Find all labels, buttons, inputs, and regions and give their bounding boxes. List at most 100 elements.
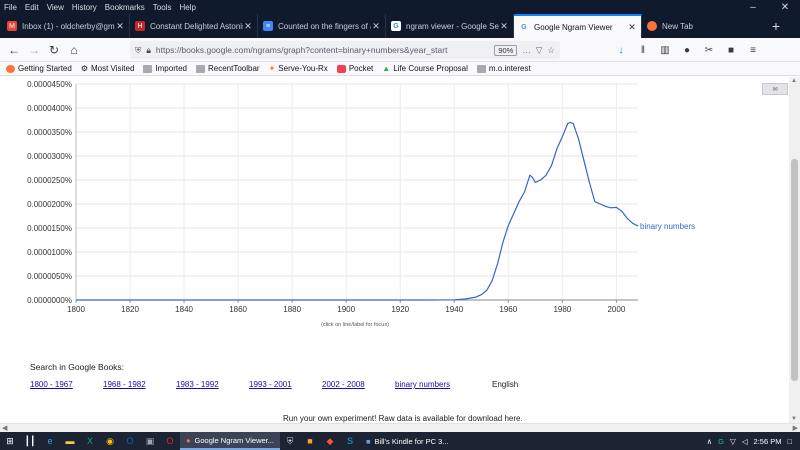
home-icon[interactable]: ⌂ — [64, 40, 84, 60]
search-link-binary-numbers[interactable]: binary numbers — [395, 380, 450, 389]
y-tick-label: 0.0000050% — [27, 272, 72, 281]
tab-constant-delighted[interactable]: H Constant Delighted Astonis ✕ — [130, 14, 258, 38]
tab-gmail[interactable]: M Inbox (1) - oldcherby@gmai ✕ — [2, 14, 130, 38]
y-tick-label: 0.0000200% — [27, 200, 72, 209]
h-letter-icon: H — [135, 21, 145, 31]
task-view-icon[interactable]: ┃┃ — [20, 432, 40, 450]
search-link-1993-2001[interactable]: 1993 - 2001 — [249, 380, 292, 389]
forward-icon[interactable]: → — [24, 40, 44, 60]
store-icon[interactable]: ▣ — [140, 432, 160, 450]
bookmark-most-visited[interactable]: ⚙ Most Visited — [81, 64, 135, 73]
sidebar-icon[interactable]: ▥ — [656, 41, 674, 59]
minimize-icon[interactable]: – — [738, 0, 768, 14]
x-tick-label: 1960 — [499, 305, 517, 314]
menu-tools[interactable]: Tools — [153, 3, 172, 12]
tab-ngram-search[interactable]: G ngram viewer - Google Sea ✕ — [386, 14, 514, 38]
chrome-icon[interactable]: ◉ — [100, 432, 120, 450]
share-badge[interactable]: ✉ — [762, 83, 788, 95]
menu-history[interactable]: History — [72, 3, 97, 12]
menu-view[interactable]: View — [47, 3, 64, 12]
vertical-scrollbar[interactable]: ▲ ▼ — [789, 77, 800, 423]
search-link-2002-2008[interactable]: 2002 - 2008 — [322, 380, 365, 389]
close-tab-icon[interactable]: ✕ — [115, 21, 125, 32]
menu-edit[interactable]: Edit — [25, 3, 39, 12]
notification-icon[interactable]: □ — [787, 437, 792, 446]
series-line-binary-numbers[interactable] — [76, 121, 639, 301]
grammarly-icon[interactable]: G — [718, 437, 724, 446]
chevron-up-icon[interactable]: ∧ — [707, 437, 713, 446]
bookmark-getting-started[interactable]: Getting Started — [6, 64, 72, 73]
back-icon[interactable]: ← — [4, 40, 24, 60]
photos-icon[interactable]: ■ — [300, 432, 320, 450]
taskbar-app-ngram[interactable]: ● Google Ngram Viewer... — [180, 432, 281, 450]
y-tick-label: 0.0000150% — [27, 224, 72, 233]
menu-bookmarks[interactable]: Bookmarks — [105, 3, 145, 12]
download-icon[interactable]: ↓ — [612, 41, 630, 59]
bookmark-pocket[interactable]: Pocket — [336, 64, 373, 73]
search-link-1800-1967[interactable]: 1800 - 1967 — [30, 380, 73, 389]
scrollbar-thumb[interactable] — [791, 159, 798, 381]
search-link-1983-1992[interactable]: 1983 - 1992 — [176, 380, 219, 389]
close-tab-icon[interactable]: ✕ — [499, 21, 509, 32]
bookmark-mo-interest[interactable]: m.o.interest — [476, 64, 531, 73]
reload-icon[interactable]: ↻ — [44, 40, 64, 60]
hamburger-menu-icon[interactable]: ≡ — [744, 41, 762, 59]
docs-icon: ≡ — [263, 21, 273, 31]
scroll-down-icon[interactable]: ▼ — [791, 416, 797, 422]
horizontal-scrollbar[interactable]: ◀ ▶ — [0, 423, 800, 432]
volume-icon[interactable]: ◁ — [742, 437, 748, 446]
close-tab-icon[interactable]: ✕ — [627, 22, 637, 33]
x-tick-label: 1940 — [445, 305, 463, 314]
tab-new-tab[interactable]: New Tab — [642, 14, 762, 38]
brave-icon[interactable]: ◆ — [320, 432, 340, 450]
tab-title: Google Ngram Viewer — [534, 22, 613, 32]
shield-icon[interactable]: ⛨ — [280, 432, 300, 450]
menu-file[interactable]: File — [4, 3, 17, 12]
excel-icon[interactable]: X — [80, 432, 100, 450]
address-bar[interactable]: ⛨ 🔒︎ https://books.google.com/ngrams/gra… — [130, 41, 560, 59]
scroll-right-icon[interactable]: ▶ — [793, 424, 798, 432]
pocket-icon — [336, 64, 346, 73]
raw-data-footnote[interactable]: Run your own experiment! Raw data is ava… — [283, 414, 523, 423]
folder-icon — [143, 64, 153, 73]
google-icon: G — [391, 21, 401, 31]
tab-counted-fingers[interactable]: ≡ Counted on the fingers of a ✕ — [258, 14, 386, 38]
bookmark-life-course[interactable]: ▲ Life Course Proposal — [382, 64, 468, 73]
tab-ngram-viewer[interactable]: G Google Ngram Viewer ✕ — [514, 14, 642, 38]
lock-icon[interactable]: 🔒︎ — [146, 45, 151, 56]
close-tab-icon[interactable]: ✕ — [243, 21, 253, 32]
series-label-binary-numbers[interactable]: binary numbers — [640, 222, 695, 231]
file-explorer-icon[interactable]: ▬ — [60, 432, 80, 450]
ngram-chart: 0.0000000% 0.0000050% 0.0000100% 0.0000150%… — [27, 80, 695, 328]
edge-icon[interactable]: e — [40, 432, 60, 450]
zoom-level[interactable]: 90% — [494, 44, 518, 56]
clock-time[interactable]: 2:56 PM — [754, 437, 782, 446]
close-window-icon[interactable]: ✕ — [770, 0, 800, 14]
scroll-up-icon[interactable]: ▲ — [791, 78, 797, 84]
bookmark-star-icon[interactable]: ☆ — [547, 45, 555, 56]
network-icon[interactable]: ▽ — [730, 437, 736, 446]
skype-icon[interactable]: S — [340, 432, 360, 450]
bookmark-imported[interactable]: Imported — [143, 64, 187, 73]
close-tab-icon[interactable]: ✕ — [371, 21, 381, 32]
screenshot-icon[interactable]: ✂ — [700, 41, 718, 59]
url-text[interactable]: https://books.google.com/ngrams/graph?co… — [156, 45, 489, 55]
shield-icon[interactable]: ⛨ — [135, 45, 141, 56]
new-tab-plus-icon[interactable]: + — [762, 14, 790, 38]
tab-title: Counted on the fingers of a — [278, 21, 371, 31]
account-icon[interactable]: ● — [678, 41, 696, 59]
library-icon[interactable]: ‖ — [634, 41, 652, 59]
opera-icon[interactable]: O — [160, 432, 180, 450]
windows-start-icon[interactable]: ⊞ — [0, 432, 20, 450]
taskbar-app-kindle[interactable]: ■ Bill's Kindle for PC 3... — [360, 432, 455, 450]
extension-icon[interactable]: ■ — [722, 41, 740, 59]
bookmark-recent-toolbar[interactable]: RecentToolbar — [196, 64, 260, 73]
scroll-left-icon[interactable]: ◀ — [2, 424, 7, 432]
outlook-icon[interactable]: O — [120, 432, 140, 450]
menu-help[interactable]: Help — [179, 3, 195, 12]
search-link-1968-1982[interactable]: 1968 - 1982 — [103, 380, 146, 389]
bookmark-serve-you-rx[interactable]: ✦ Serve-You-Rx — [269, 64, 328, 73]
pocket-icon[interactable]: ▽ — [536, 45, 543, 56]
x-tick-label: 1900 — [337, 305, 355, 314]
page-actions-icon[interactable]: … — [522, 45, 531, 55]
